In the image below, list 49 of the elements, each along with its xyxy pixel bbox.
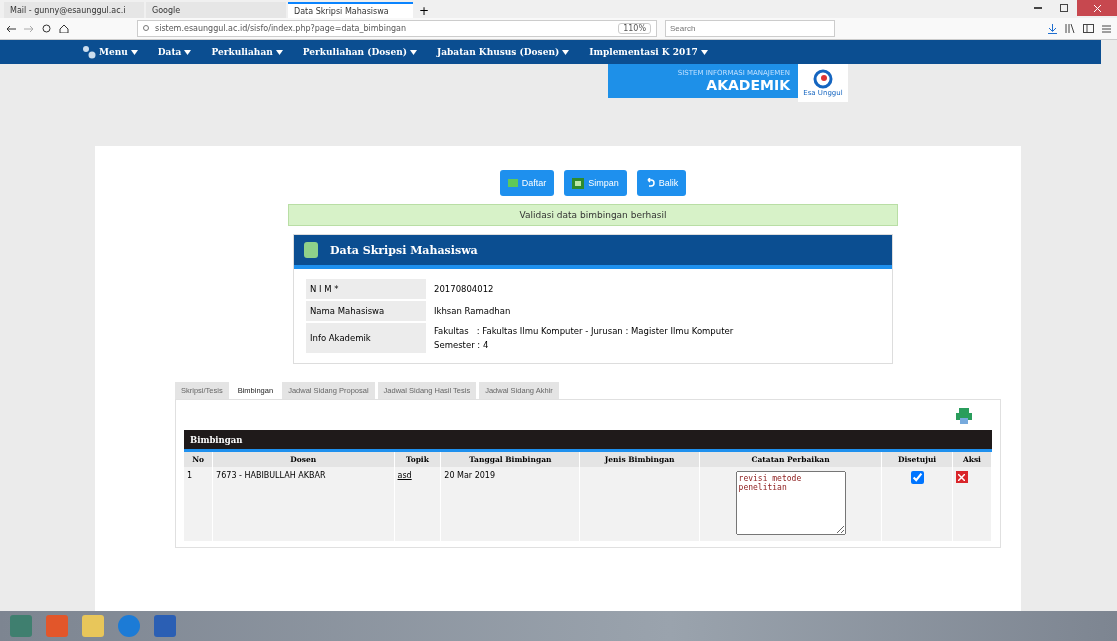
notes-field[interactable]: revisi metode penelitian bbox=[735, 471, 846, 535]
search-field[interactable]: Search bbox=[665, 20, 835, 37]
table-title: Bimbingan bbox=[184, 430, 992, 452]
sidebar-icon[interactable] bbox=[1083, 24, 1094, 33]
nav-menu-item[interactable]: Perkuliahan bbox=[211, 47, 283, 57]
table-cell: 1 bbox=[184, 467, 213, 541]
library-icon[interactable] bbox=[1065, 24, 1075, 33]
spreadsheet-icon bbox=[572, 177, 585, 189]
browser-tab[interactable]: Mail - gunny@esaunggul.ac.i bbox=[4, 2, 144, 18]
forward-arrow-icon[interactable] bbox=[24, 24, 34, 33]
back-arrow-icon[interactable] bbox=[6, 24, 16, 33]
download-icon[interactable] bbox=[1048, 23, 1057, 34]
nav-menu-item[interactable]: Jabatan Khusus (Dosen) bbox=[436, 47, 570, 57]
caret-icon bbox=[700, 49, 708, 55]
table-cell: 20 Mar 2019 bbox=[440, 467, 580, 541]
delete-button[interactable] bbox=[955, 471, 968, 483]
printer-icon[interactable] bbox=[956, 408, 972, 424]
field-value: Fakultas : Fakultas Ilmu Komputer - Jurusan : Magister Ilmu Komputer bbox=[434, 326, 735, 336]
address-bar[interactable]: sistem.esaunggul.ac.id/sisfo/index.php?page=data_bimbingan 110% bbox=[137, 20, 657, 37]
field-label: Info Akademik bbox=[306, 323, 426, 353]
zoom-level[interactable]: 110% bbox=[618, 23, 651, 34]
field-label: N I M * bbox=[306, 279, 426, 299]
table-cell: 7673 - HABIBULLAH AKBAR bbox=[212, 467, 395, 541]
caret-icon bbox=[184, 49, 192, 55]
search-icon bbox=[143, 25, 150, 32]
browser-tab[interactable]: Data Skripsi Mahasiswa bbox=[288, 2, 413, 18]
undo-icon bbox=[644, 178, 655, 188]
field-value: 20170804012 bbox=[434, 284, 495, 294]
nav-menu-item[interactable]: Menu bbox=[82, 45, 138, 59]
field-value: Semester : 4 bbox=[434, 340, 490, 350]
nav-menu-item[interactable]: Data bbox=[157, 47, 192, 57]
success-alert: Validasi data bimbingan berhasil bbox=[288, 204, 898, 226]
home-icon[interactable] bbox=[59, 24, 69, 33]
nav-menu-item[interactable]: Perkuliahan (Dosen) bbox=[302, 47, 417, 57]
caret-icon bbox=[409, 49, 417, 55]
caret-icon bbox=[562, 49, 570, 55]
approved-checkbox[interactable] bbox=[910, 471, 924, 484]
banner-title: AKADEMIK bbox=[706, 77, 790, 93]
menu-icon[interactable] bbox=[1102, 24, 1111, 33]
logo-icon bbox=[813, 69, 833, 89]
new-tab-button[interactable]: + bbox=[415, 4, 434, 18]
nav-menu-item[interactable]: Implementasi K 2017 bbox=[589, 47, 708, 57]
caret-icon bbox=[130, 49, 138, 55]
caret-icon bbox=[275, 49, 283, 55]
field-label: Nama Mahasiswa bbox=[306, 301, 426, 321]
table-cell: asd bbox=[394, 467, 441, 541]
field-value: Ikhsan Ramadhan bbox=[434, 306, 512, 316]
panel-title: Data Skripsi Mahasiswa bbox=[330, 243, 478, 257]
browser-tab[interactable]: Google bbox=[146, 2, 286, 18]
